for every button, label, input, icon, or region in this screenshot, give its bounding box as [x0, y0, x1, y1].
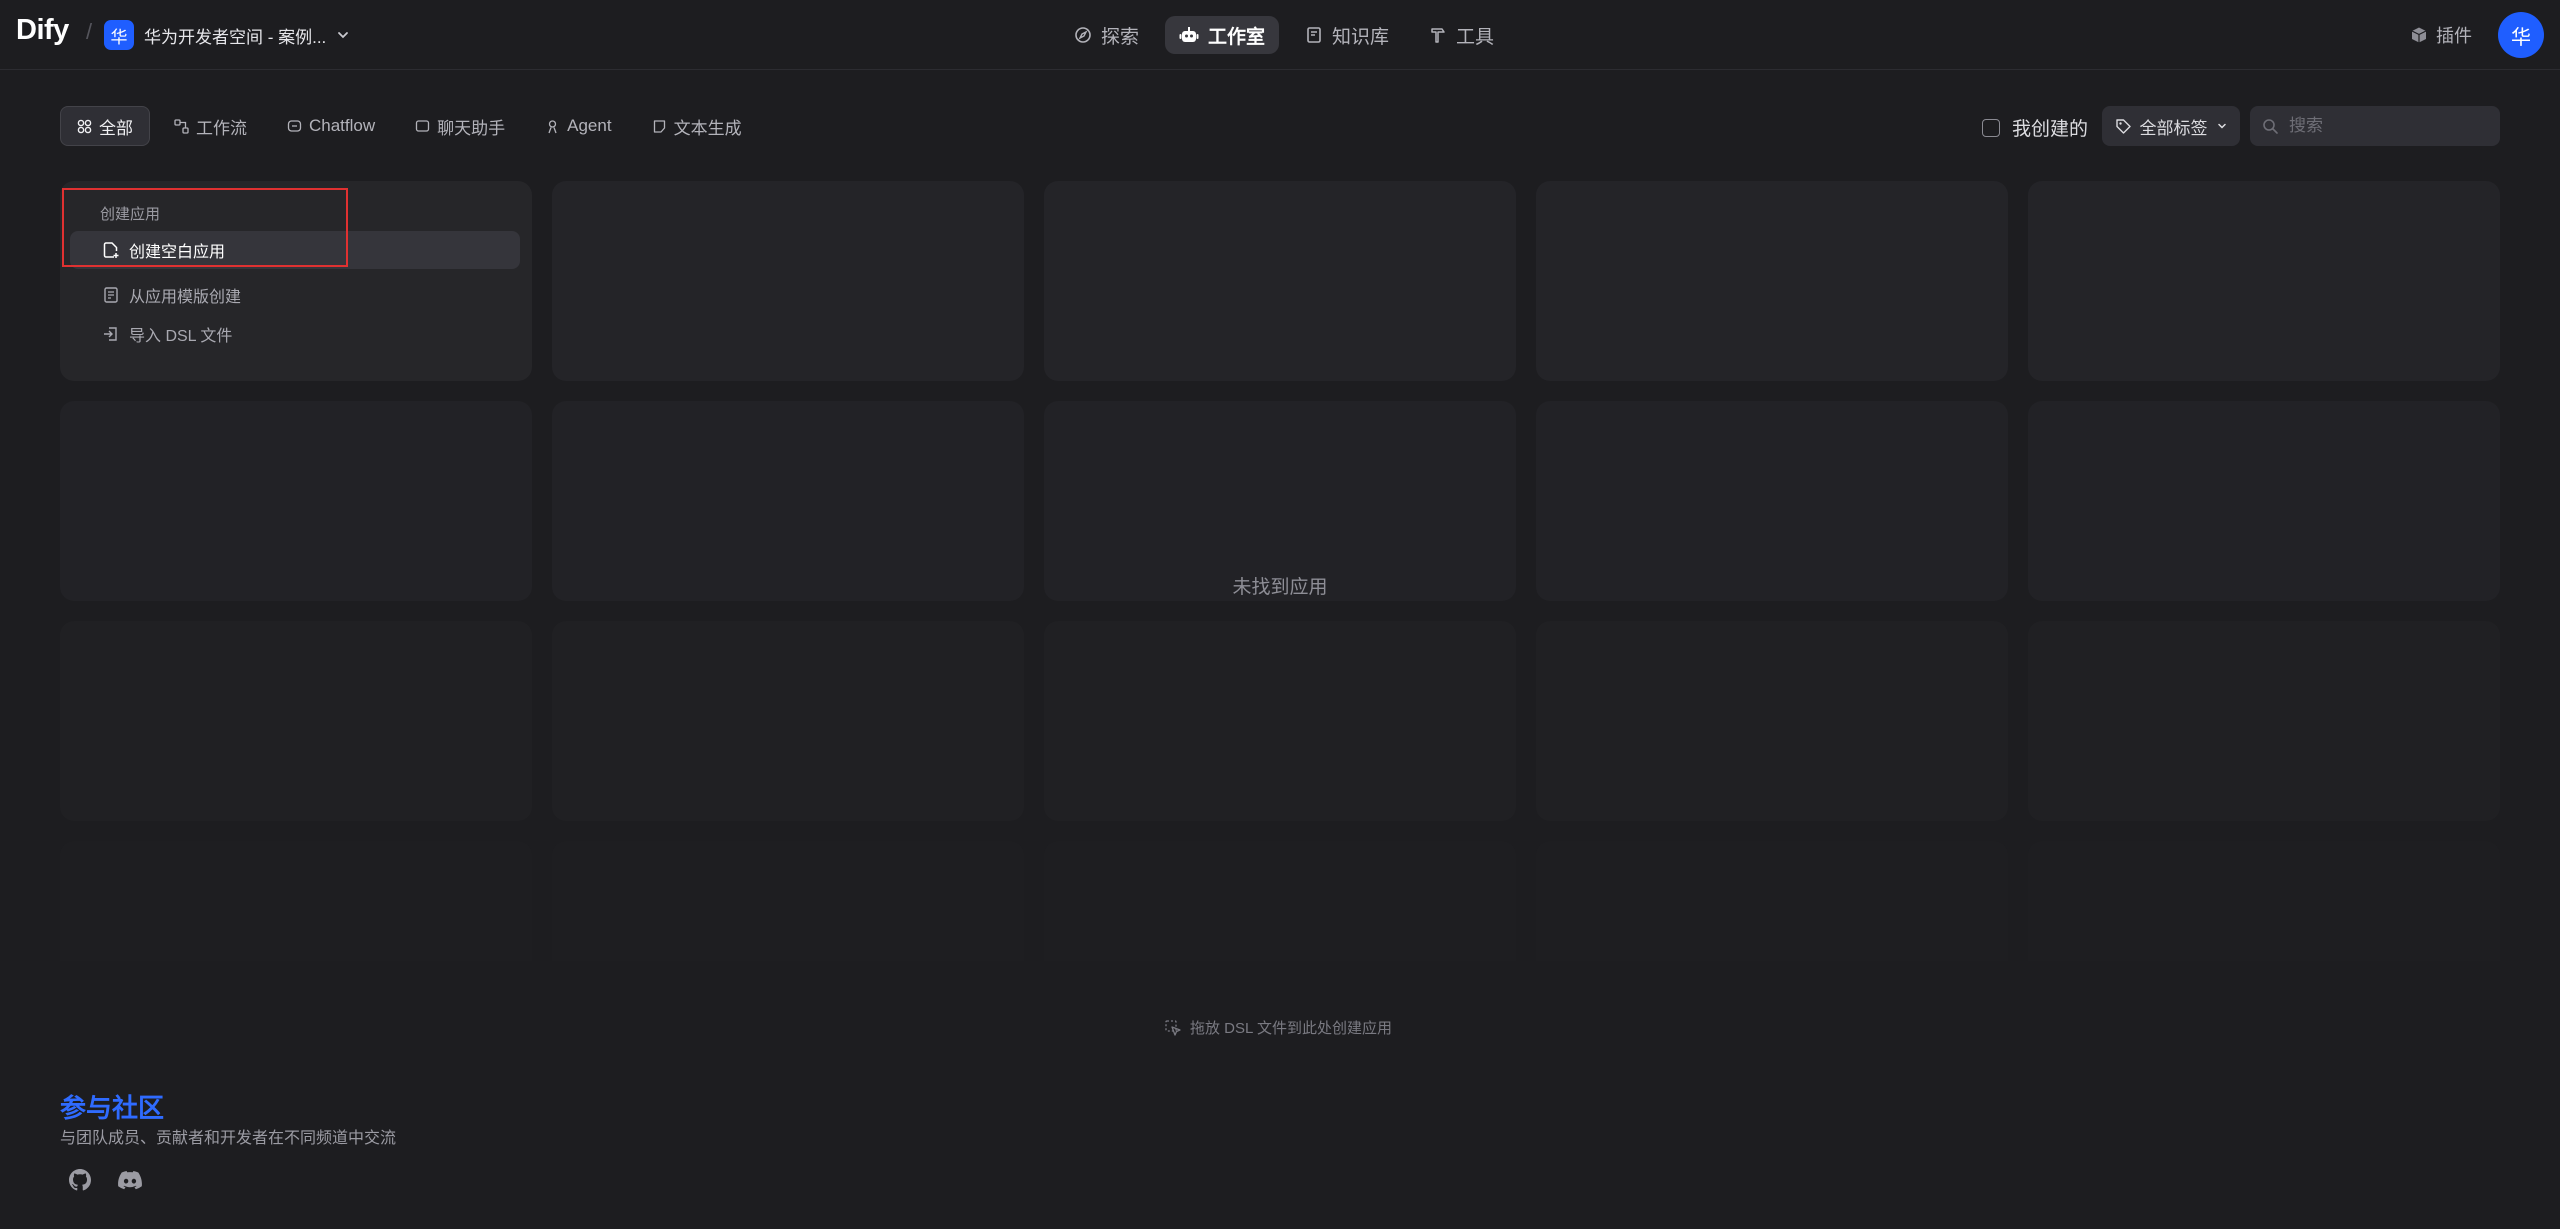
app-type-filters: 全部 工作流 Chatflow 聊天助手 Agent 文本生成	[60, 106, 758, 146]
nav-explore-label: 探索	[1101, 26, 1140, 48]
cube-icon	[2410, 26, 2428, 44]
filter-text-generation-label: 文本生成	[673, 118, 742, 138]
filter-workflow-label: 工作流	[196, 118, 247, 138]
message-icon	[415, 119, 430, 134]
filter-chatflow[interactable]: Chatflow	[271, 106, 391, 146]
nav-studio-label: 工作室	[1208, 26, 1266, 48]
plugins-button[interactable]: 插件	[2410, 22, 2472, 48]
created-by-me-label: 我创建的	[2012, 119, 2089, 140]
app-card-placeholder	[1044, 621, 1516, 821]
file-drop-icon	[1164, 1019, 1182, 1037]
import-dsl-button[interactable]: 导入 DSL 文件	[70, 315, 520, 353]
dify-logo[interactable]: Dify	[16, 14, 69, 47]
import-dsl-label: 导入 DSL 文件	[129, 328, 233, 345]
app-card-placeholder	[60, 401, 532, 601]
filter-text-generation[interactable]: 文本生成	[636, 106, 758, 146]
dsl-drop-hint-label: 拖放 DSL 文件到此处创建应用	[1190, 1020, 1392, 1037]
create-app-title: 创建应用	[100, 206, 161, 223]
import-icon	[102, 325, 120, 343]
tag-filter-dropdown[interactable]: 全部标签	[2102, 106, 2240, 146]
empty-state-text: 未找到应用	[1232, 577, 1328, 598]
app-card-placeholder	[1536, 621, 2008, 821]
github-link[interactable]	[66, 1166, 94, 1194]
workspace-avatar: 华	[104, 20, 134, 50]
filter-all[interactable]: 全部	[60, 106, 150, 146]
dsl-drop-hint: 拖放 DSL 文件到此处创建应用	[1164, 1017, 1392, 1038]
app-search	[2250, 106, 2500, 146]
app-card-placeholder	[1536, 841, 2008, 961]
create-blank-app-label: 创建空白应用	[129, 244, 226, 261]
template-icon	[102, 286, 120, 304]
robot-icon	[1179, 26, 1199, 44]
app-card-placeholder	[1044, 181, 1516, 381]
filter-chat-assistant-label: 聊天助手	[437, 118, 506, 138]
app-card-placeholder	[2028, 841, 2500, 961]
filter-agent-label: Agent	[567, 116, 612, 135]
app-card-placeholder	[2028, 181, 2500, 381]
filter-chat-assistant[interactable]: 聊天助手	[399, 106, 521, 146]
app-card-placeholder	[60, 621, 532, 821]
app-card-placeholder	[1044, 401, 1516, 601]
discord-link[interactable]	[116, 1166, 144, 1194]
app-card-placeholder	[2028, 621, 2500, 821]
app-card-placeholder	[552, 841, 1024, 961]
app-card-placeholder	[2028, 401, 2500, 601]
app-card-placeholder	[1536, 181, 2008, 381]
community-description: 与团队成员、贡献者和开发者在不同频道中交流	[60, 1130, 397, 1147]
workflow-icon	[174, 118, 189, 134]
github-icon	[69, 1169, 91, 1191]
agent-icon	[545, 119, 560, 134]
chevron-down-icon	[2216, 120, 2228, 132]
filter-agent[interactable]: Agent	[529, 106, 627, 146]
workspace-selector[interactable]: 华 华为开发者空间 - 案例...	[104, 18, 350, 52]
main-nav: 探索 工作室 知识库 工具	[1060, 16, 1508, 54]
discord-icon	[118, 1169, 142, 1191]
create-from-template-label: 从应用模版创建	[129, 289, 242, 306]
create-blank-app-button[interactable]: 创建空白应用	[70, 231, 520, 269]
grid-icon	[77, 119, 92, 134]
community-title: 参与社区	[60, 1093, 165, 1123]
document-icon	[652, 119, 667, 134]
chevron-down-icon	[336, 28, 350, 42]
breadcrumb-separator: /	[86, 19, 93, 44]
created-by-me-toggle[interactable]: 我创建的	[1982, 114, 2088, 141]
app-card-placeholder	[552, 401, 1024, 601]
hammer-icon	[1429, 26, 1447, 44]
workspace-name: 华为开发者空间 - 案例...	[144, 27, 327, 47]
user-avatar[interactable]: 华	[2498, 12, 2544, 58]
chat-bubble-icon	[287, 119, 302, 134]
app-card-placeholder	[552, 181, 1024, 381]
app-card-placeholder	[1044, 841, 1516, 961]
nav-knowledge-label: 知识库	[1332, 26, 1390, 48]
nav-knowledge[interactable]: 知识库	[1291, 16, 1403, 54]
plugins-label: 插件	[2436, 26, 2472, 46]
nav-explore[interactable]: 探索	[1060, 16, 1153, 54]
create-from-template-button[interactable]: 从应用模版创建	[70, 276, 520, 314]
filter-all-label: 全部	[99, 118, 133, 138]
create-app-card: 创建应用 创建空白应用 从应用模版创建 导入 DSL 文件	[60, 181, 532, 381]
search-icon	[2262, 118, 2279, 135]
app-card-placeholder	[552, 621, 1024, 821]
book-icon	[1305, 26, 1323, 44]
nav-tools[interactable]: 工具	[1415, 16, 1508, 54]
top-header: Dify / 华 华为开发者空间 - 案例... 探索 工作室 知识库 工具 插…	[0, 0, 2560, 70]
filter-chatflow-label: Chatflow	[309, 116, 376, 135]
tag-icon	[2115, 118, 2132, 135]
search-input[interactable]	[2287, 115, 2481, 137]
app-card-placeholder	[60, 841, 532, 961]
created-by-me-checkbox[interactable]	[1982, 118, 2000, 137]
all-tags-label: 全部标签	[2139, 118, 2208, 138]
nav-studio[interactable]: 工作室	[1165, 16, 1280, 54]
filter-workflow[interactable]: 工作流	[158, 106, 263, 146]
compass-icon	[1074, 26, 1092, 44]
nav-tools-label: 工具	[1456, 26, 1495, 48]
new-file-icon	[102, 241, 120, 259]
app-card-placeholder	[1536, 401, 2008, 601]
